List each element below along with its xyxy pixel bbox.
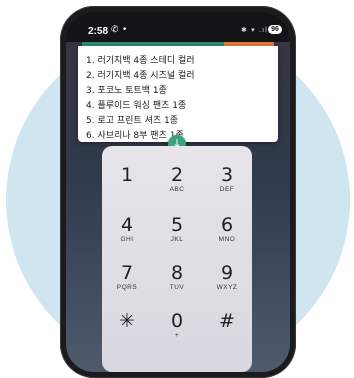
key-digit: # — [219, 310, 235, 332]
signal-icons: ✱ ▾ .ıl — [241, 26, 268, 34]
status-bar: 2:58 ✆ • ✱ ▾ .ıl 96 — [66, 12, 290, 42]
battery-icon: 96 — [268, 25, 282, 34]
key-letters: TUV — [169, 284, 185, 291]
key-digit: ✳ — [119, 310, 135, 332]
key-digit: 7 — [120, 262, 134, 284]
key-digit: 3 — [220, 164, 234, 186]
status-time: 2:58 — [88, 26, 109, 37]
product-list-card: 1. 러기지백 4종 스테디 컬러 2. 러기지백 4종 시즈널 컬러 3. 포… — [78, 46, 278, 142]
key-letters: PQRS — [116, 284, 138, 291]
key-letters: ABC — [169, 186, 185, 193]
key-letters: JKL — [170, 236, 184, 243]
key-3[interactable]: 3 DEF — [203, 164, 251, 208]
key-letters: DEF — [219, 186, 235, 193]
key-7[interactable]: 7 PQRS — [103, 262, 151, 306]
key-digit: 5 — [170, 214, 184, 236]
key-1[interactable]: 1 — [103, 164, 151, 208]
key-hash[interactable]: # — [203, 310, 251, 354]
key-letters: GHI — [120, 236, 134, 243]
key-digit: 2 — [170, 164, 184, 186]
key-digit: 9 — [220, 262, 234, 284]
product-list: 1. 러기지백 4종 스테디 컬러 2. 러기지백 4종 시즈널 컬러 3. 포… — [78, 46, 278, 144]
key-6[interactable]: 6 MNO — [203, 214, 251, 258]
key-digit: 1 — [120, 164, 134, 186]
key-digit: 6 — [220, 214, 234, 236]
key-star[interactable]: ✳ — [103, 310, 151, 354]
phone-call-icon: ✆ — [111, 25, 119, 35]
key-8[interactable]: 8 TUV — [153, 262, 201, 306]
key-5[interactable]: 5 JKL — [153, 214, 201, 258]
list-item: 1. 러기지백 4종 스테디 컬러 — [86, 56, 195, 66]
key-4[interactable]: 4 GHI — [103, 214, 151, 258]
key-digit: 8 — [170, 262, 184, 284]
key-9[interactable]: 9 WXYZ — [203, 262, 251, 306]
list-item: 4. 플루이드 워싱 팬츠 1종 — [86, 101, 187, 111]
key-letters: WXYZ — [216, 284, 238, 291]
key-letters: + — [174, 332, 180, 339]
list-item: 5. 로고 프린트 셔츠 1종 — [86, 116, 178, 126]
dial-keypad: 1 2 ABC 3 DEF 4 GHI 5 JKL 6 MNO 7 PQRS 8 — [102, 146, 252, 372]
key-0[interactable]: 0 + — [153, 310, 201, 354]
key-2[interactable]: 2 ABC — [153, 164, 201, 208]
notification-dot: • — [122, 25, 128, 35]
key-digit: 0 — [170, 310, 184, 332]
key-letters: MNO — [218, 236, 236, 243]
list-item: 3. 포코노 토트백 1종 — [86, 86, 167, 96]
key-digit: 4 — [120, 214, 134, 236]
phone-screen: 2:58 ✆ • ✱ ▾ .ıl 96 1. 러기지백 4종 스테디 컬러 2.… — [66, 12, 290, 372]
list-item: 2. 러기지백 4종 시즈널 컬러 — [86, 71, 195, 81]
